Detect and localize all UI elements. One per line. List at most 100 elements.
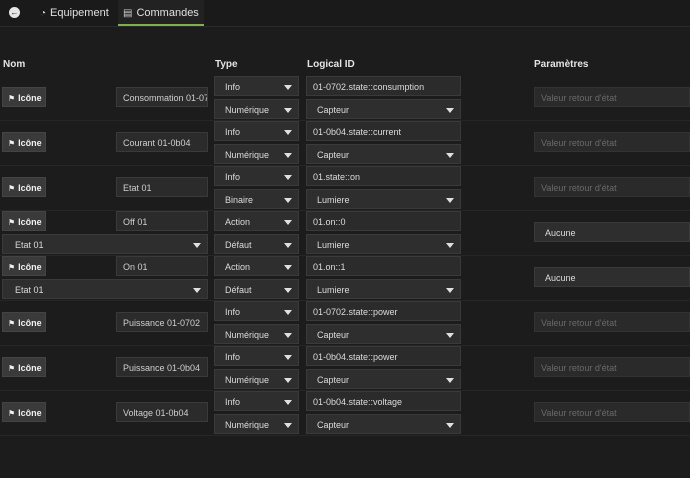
param-input[interactable]: Valeur retour d'état <box>534 357 690 377</box>
param-select[interactable]: Aucune <box>534 222 690 242</box>
param-input[interactable]: Valeur retour d'état <box>534 87 690 107</box>
command-name-input[interactable]: Voltage 01-0b04 <box>116 402 208 422</box>
chevron-down-icon <box>284 265 292 270</box>
subtype-select[interactable]: Numérique <box>214 369 299 389</box>
command-name-input[interactable]: On 01 <box>116 256 208 276</box>
chevron-down-icon <box>446 243 454 248</box>
chevron-down-icon <box>193 243 201 248</box>
icon-button[interactable]: ⚑ Icône <box>2 132 46 152</box>
chevron-down-icon <box>284 288 292 293</box>
subtype-select[interactable]: Binaire <box>214 189 299 209</box>
command-name-input[interactable]: Courant 01-0b04 <box>116 132 208 152</box>
generic-type-select[interactable]: Capteur <box>306 99 461 119</box>
param-select[interactable]: Aucune <box>534 267 690 287</box>
logical-id-input[interactable]: 01.state::on <box>306 166 461 186</box>
logical-id-input[interactable]: 01-0702.state::power <box>306 301 461 321</box>
param-input[interactable]: Valeur retour d'état <box>534 132 690 152</box>
generic-type-value: Capteur <box>317 375 350 385</box>
chevron-down-icon <box>284 378 292 383</box>
subtype-value: Numérique <box>225 150 270 160</box>
generic-type-select[interactable]: Capteur <box>306 324 461 344</box>
generic-type-value: Capteur <box>317 330 350 340</box>
generic-type-select[interactable]: Capteur <box>306 414 461 434</box>
flag-icon: ⚑ <box>8 218 16 227</box>
logical-id-input[interactable]: 01.on::0 <box>306 211 461 231</box>
chevron-down-icon <box>284 220 292 225</box>
param-value: Aucune <box>545 273 576 283</box>
type-select[interactable]: Info <box>214 121 299 141</box>
list-icon: ▤ <box>123 8 133 19</box>
generic-type-value: Lumiere <box>317 195 350 205</box>
logical-id-input[interactable]: 01-0b04.state::power <box>306 346 461 366</box>
type-select[interactable]: Info <box>214 76 299 96</box>
tab-commandes[interactable]: ▤ Commandes <box>118 0 204 26</box>
chevron-down-icon <box>284 85 292 90</box>
type-value: Action <box>225 217 251 227</box>
chevron-down-icon <box>446 198 454 203</box>
type-select[interactable]: Info <box>214 346 299 366</box>
subtype-select[interactable]: Défaut <box>214 279 299 299</box>
command-name-input[interactable]: Off 01 <box>116 211 208 231</box>
type-value: Info <box>225 397 241 407</box>
flag-icon: ⚑ <box>8 94 16 103</box>
command-name-input[interactable]: Puissance 01-0b04 <box>116 357 208 377</box>
type-select[interactable]: Info <box>214 391 299 411</box>
param-input[interactable]: Valeur retour d'état <box>534 312 690 332</box>
chevron-down-icon <box>284 130 292 135</box>
subtype-select[interactable]: Numérique <box>214 99 299 119</box>
logical-id-input[interactable]: 01.on::1 <box>306 256 461 276</box>
generic-type-value: Capteur <box>317 150 350 160</box>
logical-id-input[interactable]: 01-0b04.state::current <box>306 121 461 141</box>
command-name-input[interactable]: Puissance 01-0702 <box>116 312 208 332</box>
generic-type-value: Lumiere <box>317 240 350 250</box>
column-header-type: Type <box>215 59 238 70</box>
subtype-value: Défaut <box>225 240 252 250</box>
chevron-down-icon <box>284 108 292 113</box>
row-divider <box>0 435 690 436</box>
type-value: Action <box>225 262 251 272</box>
type-select[interactable]: Info <box>214 166 299 186</box>
icon-button[interactable]: ⚑ Icône <box>2 87 46 107</box>
logical-id-input[interactable]: 01-0b04.state::voltage <box>306 391 461 411</box>
chevron-down-icon <box>446 108 454 113</box>
command-name-input[interactable]: Etat 01 <box>116 177 208 197</box>
icon-button[interactable]: ⚑ Icône <box>2 177 46 197</box>
generic-type-select[interactable]: Lumiere <box>306 234 461 254</box>
generic-type-select[interactable]: Lumiere <box>306 279 461 299</box>
info-link-select[interactable]: Etat 01 <box>2 234 208 254</box>
icon-button-label: Icône <box>18 217 42 227</box>
column-header-parametres: Paramètres <box>534 59 589 70</box>
tab-commandes-label: Commandes <box>136 7 199 19</box>
type-value: Info <box>225 127 241 137</box>
command-name-input[interactable]: Consommation 01-0702 <box>116 87 208 107</box>
tab-equipement[interactable]: ◔ Equipement <box>40 0 109 26</box>
icon-button-label: Icône <box>18 318 42 328</box>
type-select[interactable]: Action <box>214 256 299 276</box>
subtype-value: Numérique <box>225 105 270 115</box>
subtype-select[interactable]: Numérique <box>214 414 299 434</box>
icon-button[interactable]: ⚑ Icône <box>2 357 46 377</box>
icon-button[interactable]: ⚑ Icône <box>2 402 46 422</box>
info-link-select[interactable]: Etat 01 <box>2 279 208 299</box>
generic-type-select[interactable]: Capteur <box>306 144 461 164</box>
param-input[interactable]: Valeur retour d'état <box>534 402 690 422</box>
generic-type-select[interactable]: Lumiere <box>306 189 461 209</box>
subtype-select[interactable]: Numérique <box>214 324 299 344</box>
param-input[interactable]: Valeur retour d'état <box>534 177 690 197</box>
type-select[interactable]: Info <box>214 301 299 321</box>
icon-button[interactable]: ⚑ Icône <box>2 211 46 231</box>
back-arrow-icon[interactable]: ← <box>9 7 20 18</box>
info-link-value: Etat 01 <box>15 240 44 250</box>
subtype-select[interactable]: Numérique <box>214 144 299 164</box>
chevron-down-icon <box>446 333 454 338</box>
type-value: Info <box>225 307 241 317</box>
logical-id-input[interactable]: 01-0702.state::consumption <box>306 76 461 96</box>
chevron-down-icon <box>284 153 292 158</box>
type-select[interactable]: Action <box>214 211 299 231</box>
generic-type-select[interactable]: Capteur <box>306 369 461 389</box>
icon-button[interactable]: ⚑ Icône <box>2 256 46 276</box>
icon-button[interactable]: ⚑ Icône <box>2 312 46 332</box>
chevron-down-icon <box>284 355 292 360</box>
subtype-select[interactable]: Défaut <box>214 234 299 254</box>
chevron-down-icon <box>284 400 292 405</box>
